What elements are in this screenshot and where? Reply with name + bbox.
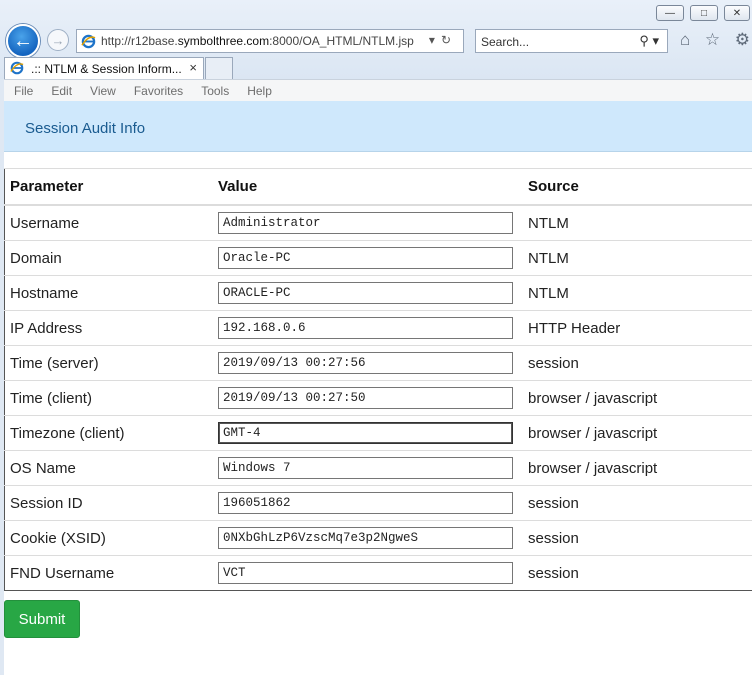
table-row: Time (client) 2019/09/13 00:27:50 browse…	[4, 380, 752, 416]
parameter-label: Time (client)	[4, 380, 218, 416]
value-field[interactable]: GMT-4	[218, 422, 513, 444]
ie-tab-icon	[10, 61, 24, 75]
table-row: Session ID 196051862 session	[4, 485, 752, 521]
tab-title: .:: NTLM & Session Inform...	[31, 62, 182, 76]
new-tab-button[interactable]	[205, 57, 233, 79]
source-label: NTLM	[523, 240, 752, 276]
source-label: session	[523, 520, 752, 556]
source-label: NTLM	[523, 204, 752, 241]
search-box[interactable]: Search... ⚲ ▾	[475, 29, 668, 53]
source-label: session	[523, 485, 752, 521]
table-row: OS Name Windows 7 browser / javascript	[4, 450, 752, 486]
menu-help[interactable]: Help	[247, 84, 272, 98]
value-field[interactable]: 192.168.0.6	[218, 317, 513, 339]
page-banner: Session Audit Info	[4, 101, 752, 152]
value-field[interactable]: ORACLE-PC	[218, 282, 513, 304]
parameter-label: Username	[4, 204, 218, 241]
value-field[interactable]: Windows 7	[218, 457, 513, 479]
parameter-label: Time (server)	[4, 345, 218, 381]
parameter-label: Session ID	[4, 485, 218, 521]
parameter-label: Cookie (XSID)	[4, 520, 218, 556]
column-header-value: Value	[218, 168, 523, 206]
value-field[interactable]: 2019/09/13 00:27:50	[218, 387, 513, 409]
ie-page-icon	[81, 34, 96, 49]
value-field[interactable]: 2019/09/13 00:27:56	[218, 352, 513, 374]
menu-tools[interactable]: Tools	[201, 84, 229, 98]
audit-table: Parameter Value Source Username Administ…	[4, 168, 752, 591]
value-field[interactable]: Administrator	[218, 212, 513, 234]
minimize-button[interactable]: —	[656, 5, 684, 21]
table-row: Hostname ORACLE-PC NTLM	[4, 275, 752, 311]
gear-icon[interactable]: ⚙	[735, 30, 750, 50]
browser-chrome: — □ ✕ ← → http://r12base.symbolthree.com…	[0, 0, 752, 79]
source-label: NTLM	[523, 275, 752, 311]
source-label: session	[523, 345, 752, 381]
menu-view[interactable]: View	[90, 84, 116, 98]
back-arrow-icon: ←	[13, 29, 33, 52]
value-field[interactable]: Oracle-PC	[218, 247, 513, 269]
source-label: browser / javascript	[523, 415, 752, 451]
parameter-label: OS Name	[4, 450, 218, 486]
table-row: Time (server) 2019/09/13 00:27:56 sessio…	[4, 345, 752, 381]
back-button[interactable]: ←	[6, 24, 40, 58]
table-header-row: Parameter Value Source	[4, 168, 752, 206]
table-row: Username Administrator NTLM	[4, 204, 752, 241]
source-label: browser / javascript	[523, 450, 752, 486]
forward-button[interactable]: →	[47, 29, 69, 51]
source-label: session	[523, 555, 752, 591]
table-row: Cookie (XSID) 0NXbGhLzP6VzscMq7e3p2NgweS…	[4, 520, 752, 556]
table-row: IP Address 192.168.0.6 HTTP Header	[4, 310, 752, 346]
parameter-label: FND Username	[4, 555, 218, 591]
address-url: http://r12base.symbolthree.com:8000/OA_H…	[101, 34, 414, 48]
parameter-label: IP Address	[4, 310, 218, 346]
value-field[interactable]: 0NXbGhLzP6VzscMq7e3p2NgweS	[218, 527, 513, 549]
parameter-label: Domain	[4, 240, 218, 276]
column-header-source: Source	[523, 168, 752, 206]
maximize-button[interactable]: □	[690, 5, 718, 21]
search-icon[interactable]: ⚲ ▾	[639, 33, 659, 49]
page-content: Session Audit Info Parameter Value Sourc…	[4, 101, 752, 675]
column-header-parameter: Parameter	[4, 168, 218, 206]
table-row: Domain Oracle-PC NTLM	[4, 240, 752, 276]
home-icon[interactable]: ⌂	[680, 30, 690, 50]
search-placeholder: Search...	[481, 35, 530, 49]
refresh-icon[interactable]: ↻	[441, 33, 457, 47]
source-label: HTTP Header	[523, 310, 752, 346]
forward-arrow-icon: →	[51, 32, 65, 48]
menu-favorites[interactable]: Favorites	[134, 84, 183, 98]
address-bar[interactable]: http://r12base.symbolthree.com:8000/OA_H…	[76, 29, 464, 53]
parameter-label: Timezone (client)	[4, 415, 218, 451]
value-field[interactable]: 196051862	[218, 492, 513, 514]
value-field[interactable]: VCT	[218, 562, 513, 584]
menu-edit[interactable]: Edit	[51, 84, 72, 98]
submit-button[interactable]: Submit	[4, 600, 80, 638]
toolbar-icons: ⌂ ☆ ⚙	[680, 30, 750, 50]
browser-tab[interactable]: .:: NTLM & Session Inform... ×	[4, 57, 204, 79]
table-row: FND Username VCT session	[4, 555, 752, 591]
close-window-button[interactable]: ✕	[724, 5, 750, 21]
menu-bar: File Edit View Favorites Tools Help	[4, 79, 752, 101]
close-tab-icon[interactable]: ×	[189, 60, 197, 75]
dropdown-icon[interactable]: ▾	[429, 33, 441, 47]
menu-file[interactable]: File	[14, 84, 33, 98]
parameter-label: Hostname	[4, 275, 218, 311]
favorites-star-icon[interactable]: ☆	[705, 30, 720, 50]
source-label: browser / javascript	[523, 380, 752, 416]
page-title: Session Audit Info	[25, 120, 146, 137]
table-row: Timezone (client) GMT-4 browser / javasc…	[4, 415, 752, 451]
address-controls[interactable]: ▾↻	[429, 33, 457, 47]
